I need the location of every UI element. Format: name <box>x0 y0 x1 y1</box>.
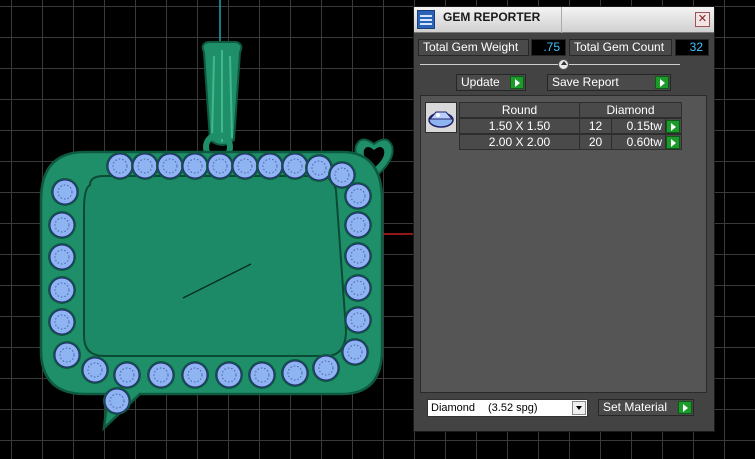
gem-stone[interactable] <box>342 339 368 365</box>
gem-stone[interactable] <box>49 277 75 303</box>
slider-track[interactable] <box>420 64 680 65</box>
material-density: (3.52 spg) <box>488 402 538 414</box>
row-2-size[interactable]: 2.00 X 2.00 <box>459 134 580 150</box>
save-report-button-label: Save Report <box>552 75 619 89</box>
dropdown-arrow-icon[interactable] <box>572 401 586 415</box>
row-1-weight: 0.15tw <box>611 118 666 134</box>
total-gem-weight-value: .75 <box>531 39 566 56</box>
gem-stone[interactable] <box>313 355 339 381</box>
gem-list[interactable]: Round Diamond 1.50 X 1.50 12 0.15tw 2.00… <box>420 95 707 393</box>
gem-stone[interactable] <box>104 388 130 414</box>
titlebar-divider <box>561 7 562 33</box>
play-arrow-icon <box>666 120 680 133</box>
total-gem-count-label: Total Gem Count <box>569 39 672 56</box>
panel-titlebar[interactable]: GEM REPORTER ✕ <box>414 7 714 33</box>
gem-stone[interactable] <box>207 153 233 179</box>
gem-stone[interactable] <box>306 155 332 181</box>
total-gem-count-value: 32 <box>675 39 709 56</box>
material-dropdown[interactable]: Diamond (3.52 spg) <box>427 399 588 417</box>
gem-reporter-icon <box>417 10 435 29</box>
update-button-label: Update <box>461 75 500 89</box>
gem-reporter-panel: GEM REPORTER ✕ Total Gem Weight .75 Tota… <box>413 6 715 432</box>
gem-stone[interactable] <box>182 153 208 179</box>
gem-stone[interactable] <box>107 153 133 179</box>
close-icon[interactable]: ✕ <box>695 12 710 27</box>
gem-stone[interactable] <box>345 307 371 333</box>
play-arrow-icon <box>510 76 524 89</box>
play-arrow-icon <box>666 136 680 149</box>
slider-knob-icon[interactable] <box>558 59 569 70</box>
gem-stone[interactable] <box>345 183 371 209</box>
column-header-shape: Round <box>459 102 580 118</box>
material-dropdown-value: Diamond <box>431 402 476 414</box>
row-1-count: 12 <box>579 118 612 134</box>
row-2-weight: 0.60tw <box>611 134 666 150</box>
panel-title: GEM REPORTER <box>443 10 541 24</box>
row-1-select-button[interactable] <box>665 118 682 134</box>
gem-stone[interactable] <box>257 153 283 179</box>
row-1-size[interactable]: 1.50 X 1.50 <box>459 118 580 134</box>
gem-stone[interactable] <box>49 212 75 238</box>
row-2-select-button[interactable] <box>665 134 682 150</box>
gem-stone[interactable] <box>114 362 140 388</box>
set-material-button[interactable]: Set Material <box>598 399 694 416</box>
set-material-button-label: Set Material <box>603 400 668 414</box>
gem-stone[interactable] <box>182 362 208 388</box>
gem-stone[interactable] <box>157 153 183 179</box>
gem-stone[interactable] <box>345 212 371 238</box>
play-arrow-icon <box>655 76 669 89</box>
gem-stone[interactable] <box>345 275 371 301</box>
gem-stone[interactable] <box>282 360 308 386</box>
gem-stone[interactable] <box>282 153 308 179</box>
total-gem-weight-label: Total Gem Weight <box>418 39 529 56</box>
gem-stone[interactable] <box>329 162 355 188</box>
gem-stone[interactable] <box>249 362 275 388</box>
play-arrow-icon <box>678 401 692 414</box>
gem-stone[interactable] <box>345 243 371 269</box>
save-report-button[interactable]: Save Report <box>547 74 671 91</box>
row-2-count: 20 <box>579 134 612 150</box>
gem-stone[interactable] <box>54 342 80 368</box>
gem-stone[interactable] <box>52 179 78 205</box>
gem-stone[interactable] <box>232 153 258 179</box>
update-button[interactable]: Update <box>456 74 526 91</box>
gem-stone[interactable] <box>82 357 108 383</box>
gem-stone[interactable] <box>132 153 158 179</box>
gem-stone[interactable] <box>216 362 242 388</box>
gem-stone[interactable] <box>49 309 75 335</box>
column-header-material: Diamond <box>579 102 682 118</box>
gem-thumbnail-icon <box>425 102 457 133</box>
gem-stone[interactable] <box>148 362 174 388</box>
gem-stone[interactable] <box>49 244 75 270</box>
